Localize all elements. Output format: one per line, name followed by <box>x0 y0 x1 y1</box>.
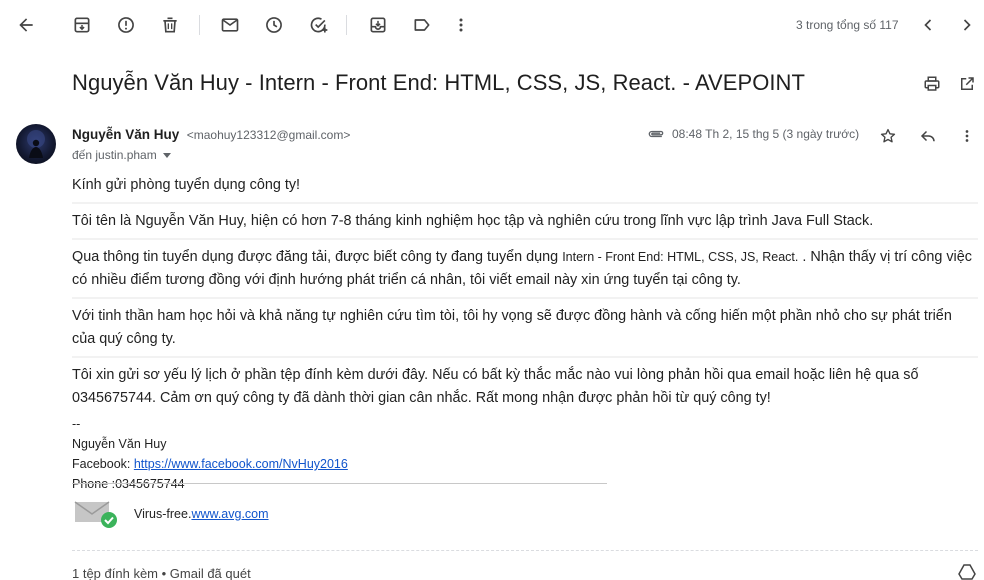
avg-virus-free: Virus-free.www.avg.com <box>134 507 269 521</box>
chevron-left-icon[interactable] <box>915 12 941 38</box>
label-icon[interactable] <box>409 12 435 38</box>
body-text: Qua thông tin tuyển dụng được đăng tải, … <box>72 249 563 265</box>
signature-phone: Phone :0345675744 <box>72 477 185 491</box>
signature-name: Nguyễn Văn Huy <box>72 437 167 451</box>
facebook-label: Facebook: <box>72 457 134 471</box>
body-paragraph: Kính gửi phòng tuyển dụng công ty! <box>72 173 978 204</box>
body-paragraph: Tôi tên là Nguyễn Văn Huy, hiện có hơn 7… <box>72 209 978 240</box>
avg-link[interactable]: www.avg.com <box>191 507 268 521</box>
add-task-icon[interactable] <box>306 12 332 38</box>
divider <box>72 550 978 551</box>
recipient-line[interactable]: đến justin.pham <box>72 148 171 162</box>
move-to-icon[interactable] <box>365 12 391 38</box>
archive-icon[interactable] <box>69 12 95 38</box>
delete-icon[interactable] <box>157 12 183 38</box>
open-in-new-window-icon[interactable] <box>955 72 979 96</box>
avatar[interactable] <box>16 124 56 164</box>
message-count: 3 trong tổng số 117 <box>796 18 899 32</box>
toolbar-divider <box>346 15 347 35</box>
body-paragraph: Tôi xin gửi sơ yếu lý lịch ở phần tệp đí… <box>72 367 919 406</box>
email-body: Kính gửi phòng tuyển dụng công ty! Tôi t… <box>72 173 978 494</box>
facebook-link[interactable]: https://www.facebook.com/NvHuy2016 <box>134 457 348 471</box>
back-arrow-icon[interactable] <box>13 12 39 38</box>
avg-envelope-icon <box>74 498 118 530</box>
chevron-down-icon[interactable] <box>162 152 171 158</box>
message-timestamp: 08:48 Th 2, 15 thg 5 (3 ngày trước) <box>672 127 860 141</box>
snooze-icon[interactable] <box>261 12 287 38</box>
position-name: Intern - Front End: HTML, CSS, JS, React… <box>562 250 799 264</box>
more-icon[interactable] <box>448 12 474 38</box>
chevron-right-icon[interactable] <box>954 12 980 38</box>
attachments-header: 1 tệp đính kèm • Gmail đã quét <box>72 566 251 580</box>
report-spam-icon[interactable] <box>113 12 139 38</box>
attachment-icon <box>646 127 666 141</box>
body-paragraph: Qua thông tin tuyển dụng được đăng tải, … <box>72 245 978 299</box>
toolbar-divider <box>199 15 200 35</box>
sender: Nguyễn Văn Huy <maohuy123312@gmail.com> <box>72 126 350 144</box>
message-toolbar: 3 trong tổng số 117 <box>0 0 984 50</box>
signature-dashes: -- <box>72 417 81 431</box>
signature: -- Nguyễn Văn Huy Facebook: https://www.… <box>72 414 978 494</box>
body-paragraph: Với tinh thần ham học hỏi và khả năng tự… <box>72 304 978 358</box>
reply-icon[interactable] <box>916 124 940 148</box>
add-to-drive-icon[interactable] <box>958 562 976 580</box>
more-vert-icon[interactable] <box>955 124 979 148</box>
sender-email: <maohuy123312@gmail.com> <box>186 128 351 142</box>
recipient-text: đến justin.pham <box>72 148 157 162</box>
sender-name[interactable]: Nguyễn Văn Huy <box>72 127 179 142</box>
avg-label: Virus-free. <box>134 507 192 521</box>
signature-facebook: Facebook: https://www.facebook.com/NvHuy… <box>72 454 978 474</box>
email-subject: Nguyễn Văn Huy - Intern - Front End: HTM… <box>72 70 805 95</box>
message-meta: 08:48 Th 2, 15 thg 5 (3 ngày trước) <box>646 127 859 141</box>
print-icon[interactable] <box>920 72 944 96</box>
divider <box>72 483 607 484</box>
star-icon[interactable] <box>876 124 900 148</box>
mark-unread-icon[interactable] <box>217 12 243 38</box>
